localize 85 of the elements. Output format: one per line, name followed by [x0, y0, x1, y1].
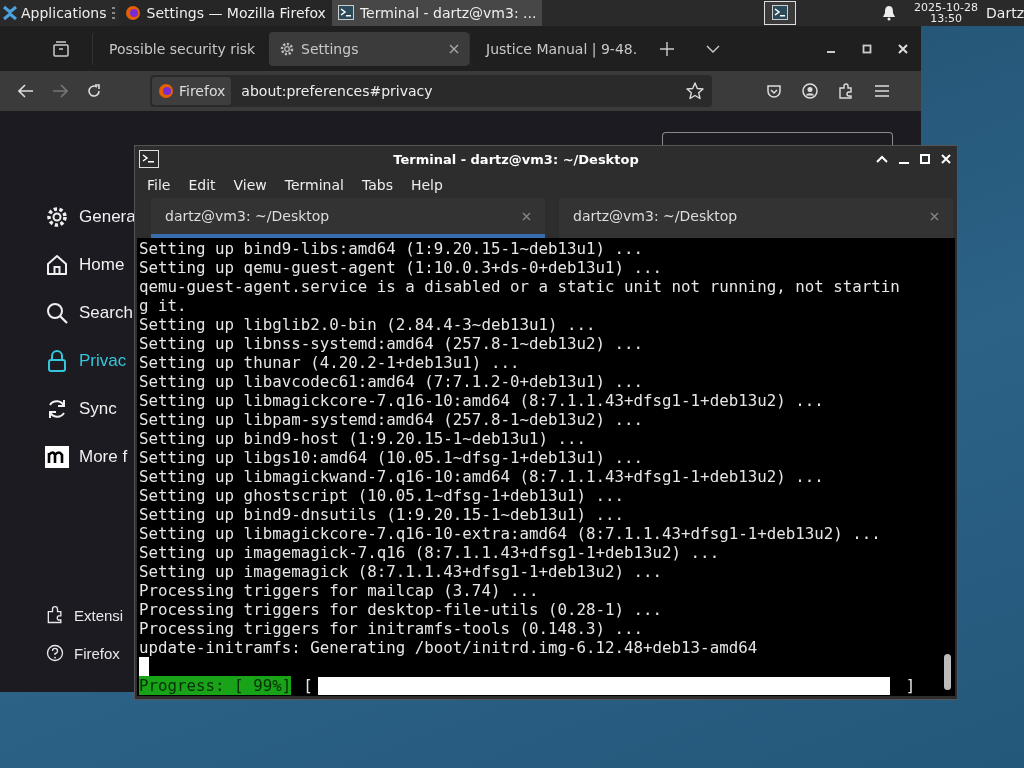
taskbar-task[interactable]: Settings — Mozilla Firefox: [118, 0, 332, 26]
sidebar-link[interactable]: Extensi: [45, 596, 124, 634]
output-line: Processing triggers for initramfs-tools (0.148.3) ...: [139, 619, 645, 638]
handle-icon[interactable]: [110, 6, 117, 20]
user-menu[interactable]: Dartz: [986, 5, 1024, 21]
m-logo-icon: [45, 445, 69, 469]
scrollbar-thumb[interactable]: [944, 654, 951, 690]
output-line: Setting up libmagickcore-7.q16-10-extra:amd64 (8:7.1.1.43+dfsg1-1+deb13u2) ...: [139, 524, 882, 543]
identity-button[interactable]: Firefox: [152, 77, 232, 105]
bracket-text: [: [303, 676, 313, 695]
sidebar-item[interactable]: More f: [45, 433, 128, 481]
output-line: Setting up libmagickwand-7.q16-10:amd64 (8:7.1.1.43+dfsg1-1+deb13u2) ...: [139, 467, 825, 486]
star-icon[interactable]: [686, 82, 704, 100]
output-line: Setting up libavcodec61:amd64 (7:7.1.2-0+deb13u1) ...: [139, 372, 645, 391]
address-bar[interactable]: Firefox about:preferences#privacy: [150, 75, 712, 107]
output-line: Setting up imagemagick (8:7.1.1.43+dfsg1-1+deb13u2) ...: [139, 562, 664, 581]
output-line: Setting up thunar (4.20.2-1+deb13u1) ...: [139, 353, 521, 372]
terminal-icon: [772, 5, 789, 21]
output-line: Setting up bind9-libs:amd64 (1:9.20.15-1~deb13u1) ...: [139, 239, 645, 258]
menu-item[interactable]: File: [147, 177, 171, 193]
output-line: Setting up libmagickcore-7.q16-10:amd64 (8:7.1.1.43+dfsg1-1+deb13u2) ...: [139, 391, 825, 410]
terminal-icon: [337, 5, 354, 21]
output-line: Setting up libglib2.0-bin (2.84.4-3~deb13u1) ...: [139, 315, 597, 334]
account-icon[interactable]: [802, 83, 818, 99]
output-line: g it.: [139, 296, 188, 315]
output-line: Setting up bind9-dnsutils (1:9.20.15-1~deb13u1) ...: [139, 505, 626, 524]
window-title: Terminal - dartz@vm3: ~/Desktop: [392, 151, 640, 167]
output-line: Setting up libpam-systemd:amd64 (257.8-1~deb13u2) ...: [139, 410, 645, 429]
gear-icon: [279, 40, 295, 57]
url-text: about:preferences#privacy: [241, 83, 433, 99]
x-logo-icon: [2, 5, 18, 21]
terminal-tab[interactable]: dartz@vm3: ~/Desktop: [559, 198, 953, 238]
lock-icon: [45, 349, 69, 373]
puzzle-icon[interactable]: [838, 83, 854, 99]
plus-icon[interactable]: [660, 41, 674, 56]
menu-item[interactable]: Tabs: [361, 177, 393, 193]
puzzle-icon: [45, 605, 65, 625]
chevron-down-icon[interactable]: [706, 44, 720, 53]
applications-menu[interactable]: Applications: [0, 0, 109, 26]
menu-item[interactable]: View: [233, 177, 267, 193]
sidebar-item[interactable]: Home: [45, 241, 125, 289]
help-icon: [45, 643, 65, 663]
back-arrow-icon[interactable]: [18, 84, 34, 98]
output-line: Setting up bind9-host (1:9.20.15-1~deb13u1) ...: [139, 429, 587, 448]
forward-arrow-icon[interactable]: [52, 84, 68, 98]
output-line: qemu-guest-agent.service is a disabled or a static unit not running, not startin: [139, 277, 901, 296]
sidebar-item[interactable]: Search: [45, 289, 133, 337]
output-line: Setting up imagemagick-7.q16 (8:7.1.1.43+dfsg1-1+deb13u2) ...: [139, 543, 721, 562]
output-line: update-initramfs: Generating /boot/initrd.img-6.12.48+deb13-amd64: [139, 638, 759, 657]
output-line: Setting up ghostscript (10.05.1~dfsg-1+deb13u1) ...: [139, 486, 626, 505]
menu-item[interactable]: Terminal: [284, 177, 344, 193]
chevron-up-icon[interactable]: [876, 155, 888, 163]
menu-icon[interactable]: [874, 84, 890, 98]
clock-date: 2025-10-28: [914, 2, 979, 13]
firefox-icon: [158, 83, 174, 99]
pocket-icon[interactable]: [766, 83, 782, 99]
menu-item[interactable]: Edit: [188, 177, 216, 193]
tab-list-icon[interactable]: [52, 40, 70, 57]
workspace-switcher[interactable]: [764, 1, 797, 25]
bell-icon[interactable]: [882, 5, 897, 21]
home-icon: [45, 253, 69, 277]
sidebar-item[interactable]: Privac: [45, 337, 127, 385]
output-line: Processing triggers for mailcap (3.74) ...: [139, 581, 540, 600]
taskbar-task[interactable]: Terminal - dartz@vm3: ...: [331, 0, 543, 26]
clock-time: 13:50: [930, 13, 962, 24]
sidebar-item[interactable]: Sync: [45, 385, 117, 433]
maximize-icon[interactable]: [862, 43, 872, 54]
bracket-text: ]: [905, 676, 916, 695]
text-cursor: [139, 657, 149, 676]
terminal-icon: [139, 150, 159, 168]
sidebar-link[interactable]: Firefox: [45, 634, 120, 672]
browser-tab[interactable]: Justice Manual | 9-48.: [469, 31, 646, 66]
browser-tab[interactable]: Settings: [269, 31, 469, 66]
terminal-tab[interactable]: dartz@vm3: ~/Desktop: [151, 198, 545, 238]
firefox-icon: [124, 5, 141, 21]
gear-icon: [45, 205, 69, 229]
output-line: Setting up qemu-guest-agent (1:10.0.3+ds-0+deb13u1) ...: [139, 258, 664, 277]
progress-label: Progress: [ 99%]: [139, 676, 292, 695]
output-line: Setting up libgs10:amd64 (10.05.1~dfsg-1+deb13u1) ...: [139, 448, 645, 467]
sidebar-item[interactable]: Genera: [45, 193, 136, 241]
search-icon: [45, 301, 69, 325]
output-line: Setting up libnss-systemd:amd64 (257.8-1~deb13u2) ...: [139, 334, 645, 353]
menu-item[interactable]: Help: [410, 177, 443, 193]
output-line: Processing triggers for desktop-file-utils (0.28-1) ...: [139, 600, 664, 619]
reload-icon[interactable]: [86, 83, 102, 99]
